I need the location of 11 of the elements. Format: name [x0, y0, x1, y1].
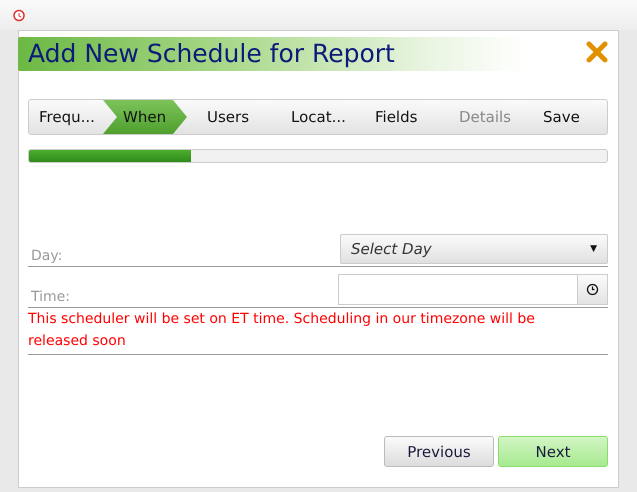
day-select[interactable]: Select Day ▼ [340, 234, 608, 264]
next-button[interactable]: Next [498, 436, 608, 467]
wizard-step[interactable]: When [103, 100, 187, 134]
close-icon[interactable] [586, 41, 608, 63]
previous-button[interactable]: Previous [384, 436, 494, 467]
timezone-notice: This scheduler will be set on ET time. Scheduling in our timezone will be released soon [28, 308, 608, 355]
day-label: Day: [30, 248, 62, 264]
time-field[interactable] [338, 274, 608, 305]
clock-icon[interactable] [577, 275, 607, 304]
time-label: Time: [30, 289, 70, 305]
alarm-clock-icon [12, 8, 26, 22]
